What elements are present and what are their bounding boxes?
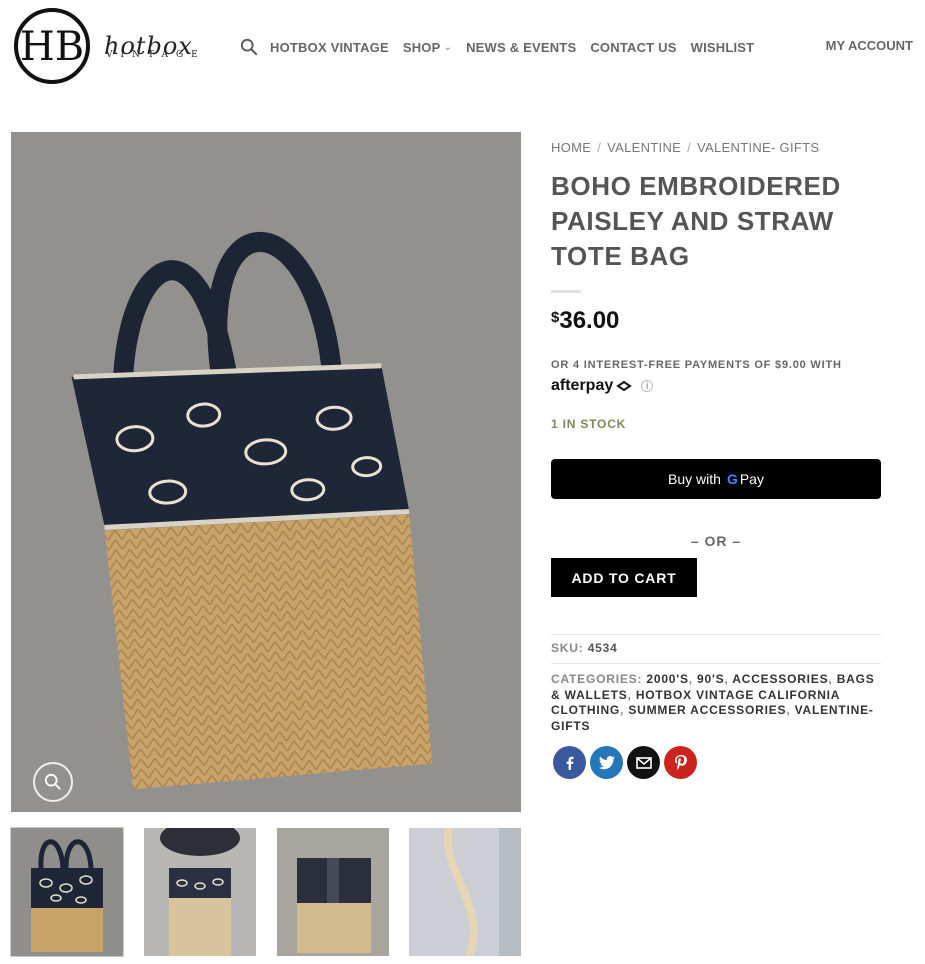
nav-label: SHOP: [402, 39, 441, 55]
sku-value: 4534: [587, 641, 618, 655]
facebook-icon: [566, 756, 573, 770]
gpay-prefix: Buy with: [668, 471, 721, 487]
thumbnail-3[interactable]: [277, 828, 389, 956]
nav-contact-us[interactable]: CONTACT US: [590, 40, 676, 55]
category-link[interactable]: SUMMER ACCESSORIES: [628, 703, 786, 717]
nav-hotbox-vintage[interactable]: HOTBOX VINTAGE: [270, 40, 389, 55]
nav-label: WISHLIST: [690, 39, 755, 55]
afterpay-logo[interactable]: afterpay i: [551, 377, 881, 395]
google-pay-button[interactable]: Buy with G Pay: [551, 459, 881, 499]
email-icon: [635, 756, 652, 769]
thumbnail-photo: [277, 828, 389, 956]
zoom-icon: [44, 773, 61, 790]
breadcrumb-valentine[interactable]: VALENTINE: [607, 140, 681, 155]
sku-label: SKU:: [551, 641, 584, 655]
breadcrumb-valentine-gifts[interactable]: VALENTINE- GIFTS: [697, 140, 819, 155]
nav-label: CONTACT US: [590, 39, 677, 55]
product-title: BOHO EMBROIDERED PAISLEY AND STRAW TOTE …: [551, 171, 841, 271]
thumbnail-1[interactable]: [10, 827, 124, 957]
stock-status: 1 IN STOCK: [551, 417, 627, 431]
google-g-icon: G: [726, 471, 738, 487]
product-price: $36.00: [551, 307, 881, 335]
main-nav: HOTBOX VINTAGE SHOP ⌄ NEWS & EVENTS CONTA…: [240, 38, 768, 56]
search-icon[interactable]: [240, 38, 258, 56]
product-meta: SKU: 4534 CATEGORIES: 2000'S, 90'S, ACCE…: [551, 634, 881, 734]
info-icon[interactable]: i: [641, 380, 654, 392]
afterpay-arrows-icon: [616, 380, 633, 392]
add-to-cart-button[interactable]: ADD TO CART: [551, 558, 697, 597]
thumbnail-photo: [11, 828, 123, 956]
share-buttons: [553, 746, 701, 779]
categories-label: CATEGORIES:: [551, 672, 643, 686]
twitter-icon: [598, 755, 615, 769]
nav-shop[interactable]: SHOP ⌄: [403, 40, 452, 55]
category-link[interactable]: 2000'S: [646, 672, 688, 686]
zoom-button[interactable]: [33, 762, 73, 802]
my-account-link[interactable]: MY ACCOUNT: [826, 38, 913, 53]
thumbnail-strip: [10, 827, 521, 958]
twitter-share-button[interactable]: [590, 746, 623, 779]
title-divider: [551, 290, 581, 293]
afterpay-brand: afterpay: [551, 377, 614, 394]
categories-row: CATEGORIES: 2000'S, 90'S, ACCESSORIES, B…: [551, 672, 875, 733]
breadcrumb: HOME / VALENTINE / VALENTINE- GIFTS: [551, 140, 820, 155]
product-main-image[interactable]: [11, 132, 521, 812]
nav-wishlist[interactable]: WISHLIST: [691, 40, 755, 55]
category-link[interactable]: 90'S: [697, 672, 724, 686]
nav-news-events[interactable]: NEWS & EVENTS: [466, 40, 576, 55]
site-logo[interactable]: HB hotbox VINTAGE: [12, 6, 212, 86]
thumbnail-2[interactable]: [144, 828, 256, 956]
price-currency: $: [551, 309, 560, 326]
facebook-share-button[interactable]: [553, 746, 586, 779]
thumbnail-photo: [409, 828, 521, 956]
logo-subtitle: VINTAGE: [106, 50, 206, 60]
logo-monogram-icon: HB: [14, 8, 90, 84]
thumbnail-photo: [144, 828, 256, 956]
pinterest-icon: [674, 754, 687, 770]
nav-label: NEWS & EVENTS: [466, 39, 577, 55]
sku-row: SKU: 4534: [551, 635, 881, 664]
email-share-button[interactable]: [627, 746, 660, 779]
pinterest-share-button[interactable]: [664, 746, 697, 779]
thumbnail-4[interactable]: [409, 828, 521, 956]
gpay-brand: Pay: [739, 471, 764, 487]
chevron-down-icon: ⌄: [443, 41, 453, 53]
tote-bag-photo: [11, 132, 521, 812]
nav-label: HOTBOX VINTAGE: [270, 39, 389, 55]
or-separator: – OR –: [690, 533, 742, 549]
svg-text:HB: HB: [20, 24, 84, 70]
price-amount: 36.00: [559, 307, 620, 334]
product-info: HOME / VALENTINE / VALENTINE- GIFTS BOHO EMB…: [551, 140, 881, 779]
afterpay-text: OR 4 INTEREST-FREE PAYMENTS OF $9.00 WIT…: [551, 359, 842, 371]
breadcrumb-home[interactable]: HOME: [551, 140, 591, 155]
site-header: HB hotbox VINTAGE HOTBOX VINTAGE SHOP ⌄ N…: [0, 0, 925, 92]
category-link[interactable]: ACCESSORIES: [732, 672, 828, 686]
